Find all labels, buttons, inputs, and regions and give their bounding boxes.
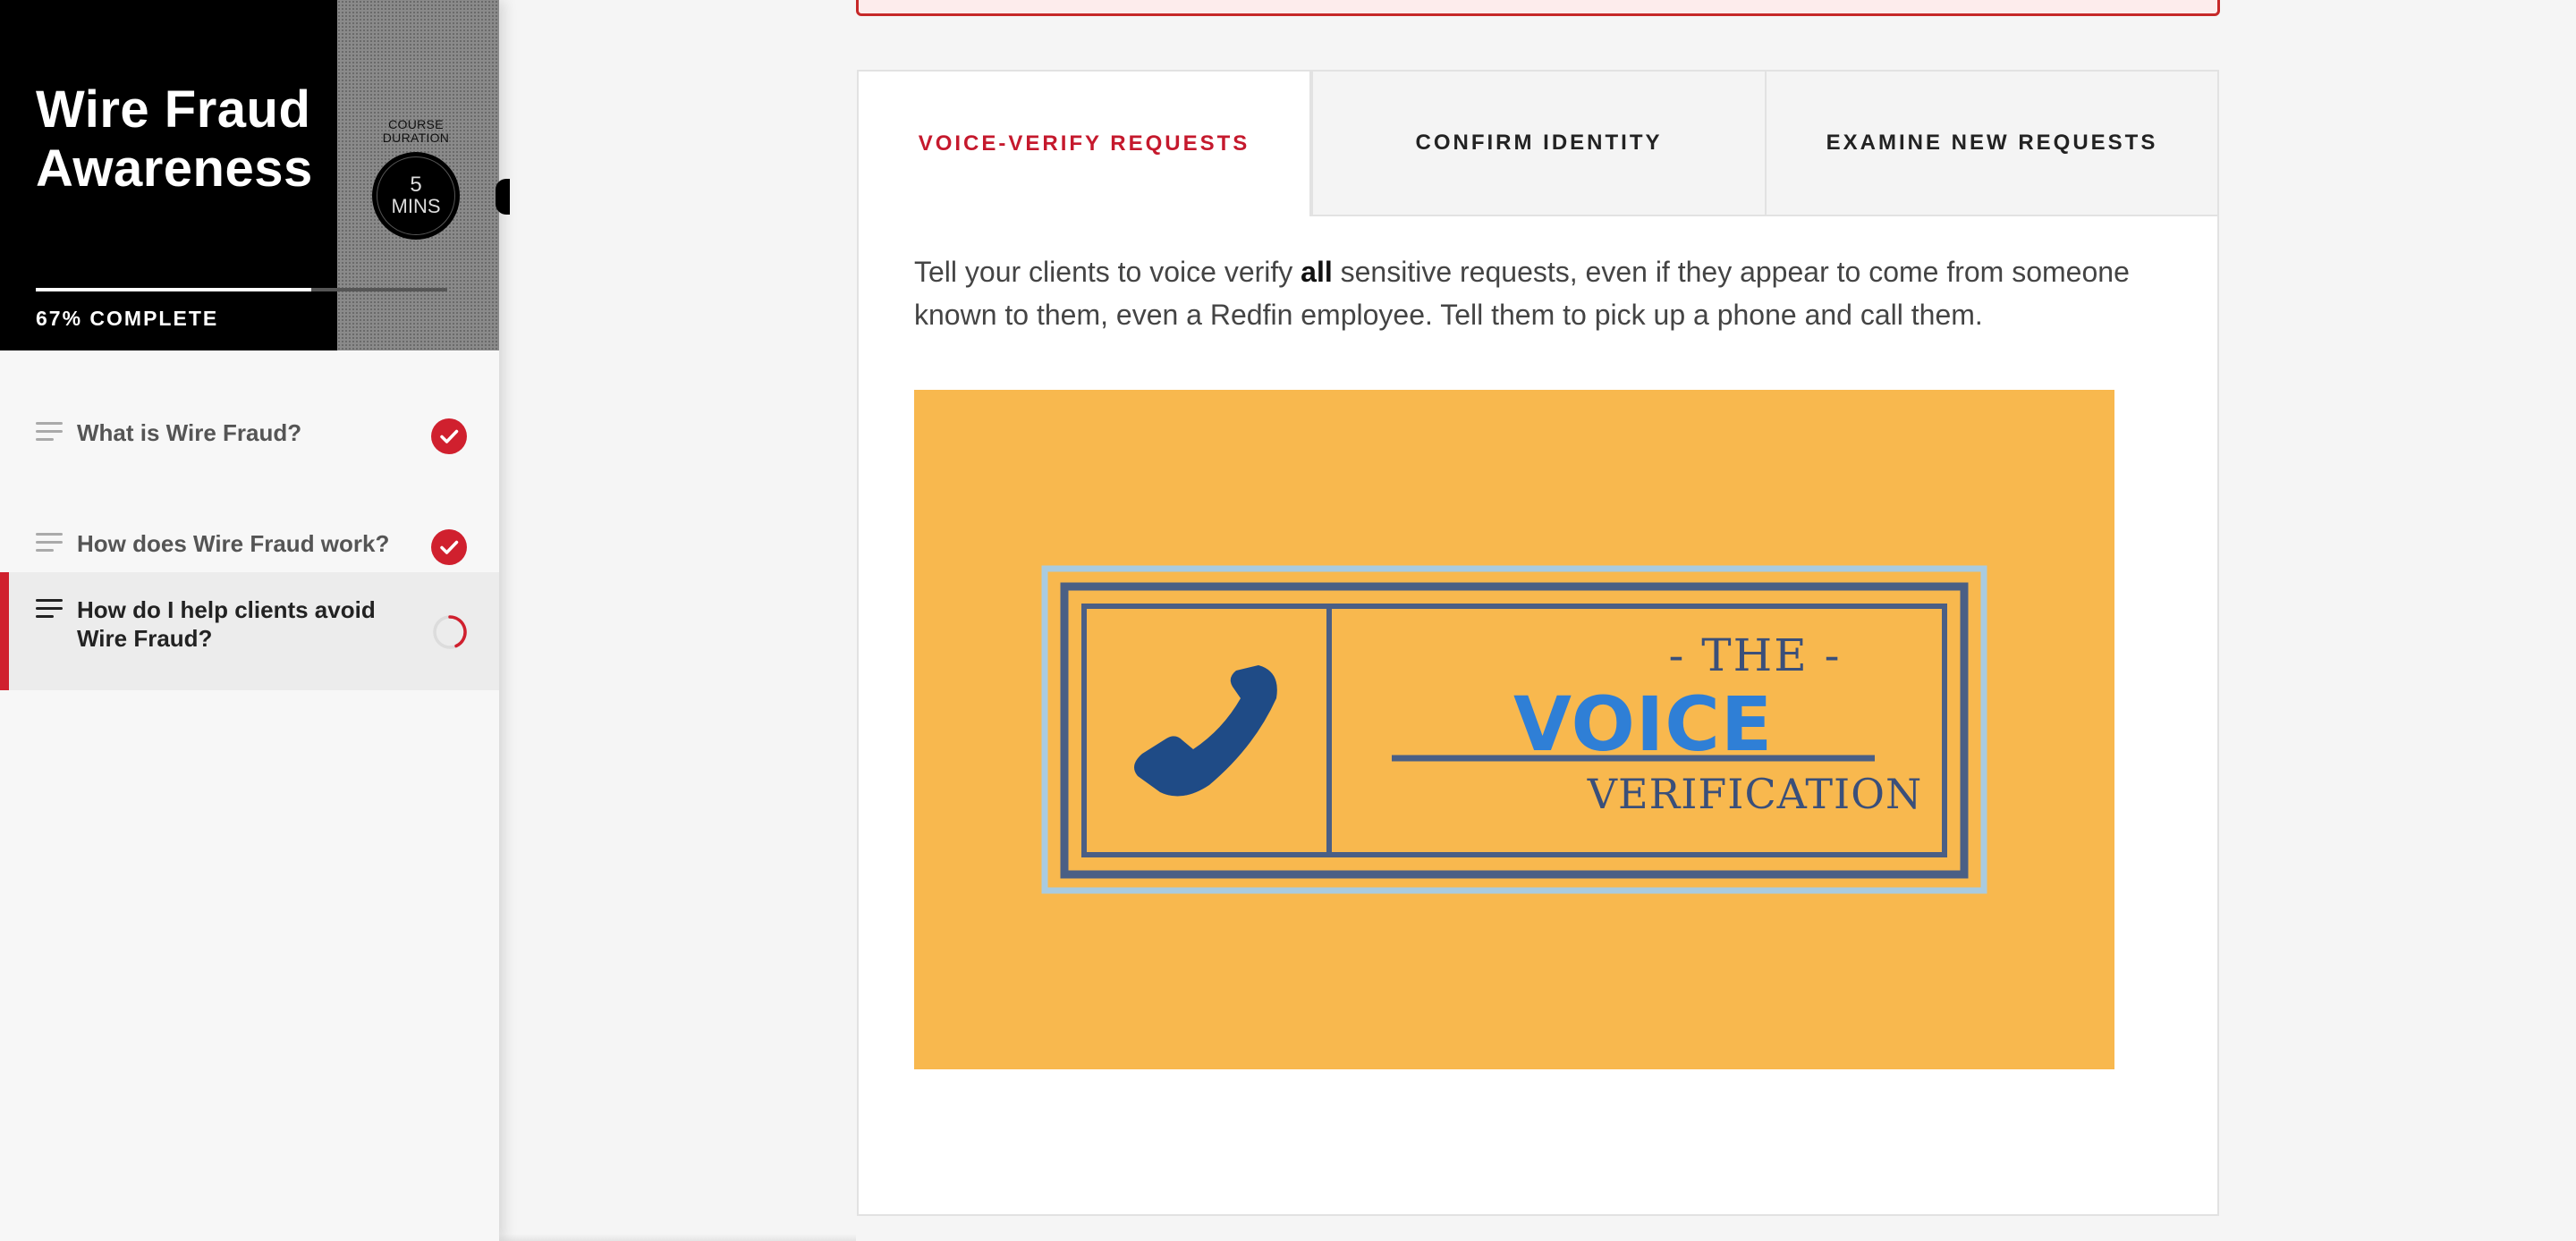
tab-confirm-identity[interactable]: CONFIRM IDENTITY (1311, 72, 1765, 216)
list-icon (36, 422, 64, 443)
body-text-emphasis: all (1301, 256, 1333, 288)
tab-panel-text: Tell your clients to voice verify all se… (914, 250, 2166, 336)
tab-examine-new-requests[interactable]: EXAMINE NEW REQUESTS (1765, 72, 2217, 216)
phone-icon (1134, 665, 1277, 797)
course-duration-badge: 5 MINS (372, 152, 460, 240)
lesson-item-how-does-wire-fraud-work[interactable]: How does Wire Fraud work? (0, 461, 499, 572)
image-line-the: - THE - (1668, 629, 1842, 681)
body-text-start: Tell your clients to voice verify (914, 256, 1301, 288)
alert-banner (856, 0, 2220, 16)
list-icon (36, 533, 64, 554)
lesson-list: What is Wire Fraud? How does Wire Fraud … (0, 350, 499, 690)
duration-unit: MINS (391, 195, 441, 217)
progress-ring-icon (431, 613, 469, 651)
lesson-label: What is Wire Fraud? (77, 419, 302, 446)
content-card: VOICE-VERIFY REQUESTS CONFIRM IDENTITY E… (857, 70, 2219, 1216)
lesson-label: How does Wire Fraud work? (77, 530, 390, 557)
lesson-label: How do I help clients avoid Wire Fraud? (77, 596, 376, 652)
list-icon (36, 599, 64, 620)
voice-verification-image: - THE - VOICE VERIFICATION (914, 390, 2114, 1069)
course-sidebar: Wire Fraud Awareness COURSE DURATION 5 M… (0, 0, 510, 1241)
course-duration-label: COURSE DURATION (382, 117, 450, 145)
progress-text: 67% COMPLETE (36, 307, 219, 330)
image-line-voice: VOICE (1513, 680, 1774, 768)
checkmark-icon (431, 418, 467, 454)
lesson-item-how-do-i-help-clients[interactable]: How do I help clients avoid Wire Fraud? (0, 572, 499, 690)
tab-bar: VOICE-VERIFY REQUESTS CONFIRM IDENTITY E… (859, 72, 2217, 216)
sidebar-collapse-tab[interactable] (496, 179, 510, 215)
app: Wire Fraud Awareness COURSE DURATION 5 M… (0, 0, 2576, 1241)
tab-voice-verify-requests[interactable]: VOICE-VERIFY REQUESTS (859, 72, 1311, 216)
lesson-item-what-is-wire-fraud[interactable]: What is Wire Fraud? (0, 350, 499, 461)
progress-bar-fill (36, 288, 312, 291)
progress-bar (36, 288, 447, 291)
image-line-verification: VERIFICATION (1587, 770, 1923, 818)
course-cover: Wire Fraud Awareness COURSE DURATION 5 M… (0, 0, 499, 350)
checkmark-icon (431, 529, 467, 565)
duration-value: 5 (410, 173, 422, 197)
course-title: Wire Fraud Awareness (36, 80, 313, 198)
